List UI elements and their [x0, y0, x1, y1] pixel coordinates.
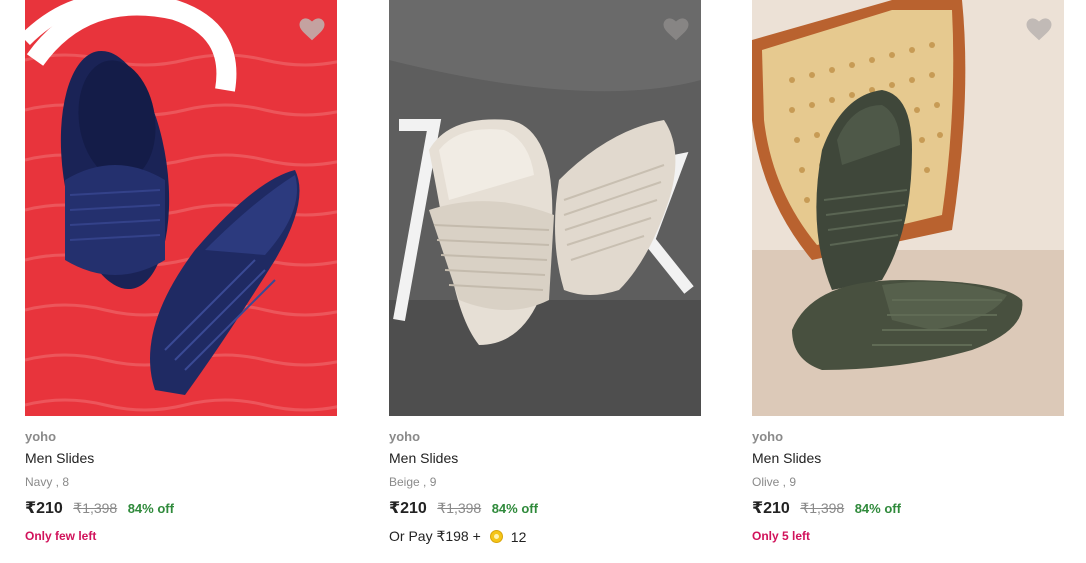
brand-name: yoho	[389, 429, 421, 444]
brand-name: yoho	[25, 429, 57, 444]
product-name: Men Slides	[25, 450, 95, 466]
coin-count: 12	[510, 528, 527, 545]
price-row: ₹210 ₹1,398 84% off	[752, 498, 901, 518]
product-variant: Navy , 8	[25, 475, 70, 489]
stock-note: Only few left	[25, 529, 97, 543]
heart-icon[interactable]	[297, 14, 327, 44]
or-pay-offer: Or Pay ₹198 + 12	[389, 528, 526, 545]
beige-slides-image	[389, 0, 701, 416]
discount-label: 84% off	[854, 501, 901, 516]
stock-note: Only 5 left	[752, 529, 811, 543]
coin-icon	[489, 530, 503, 543]
discount-label: 84% off	[127, 501, 174, 516]
product-variant: Beige , 9	[389, 475, 437, 489]
price-row: ₹210 ₹1,398 84% off	[389, 498, 538, 518]
discount-label: 84% off	[491, 501, 538, 516]
olive-slides-image	[752, 0, 1064, 416]
product-card[interactable]: yoho Men Slides Olive , 9 ₹210 ₹1,398 84…	[752, 0, 1064, 563]
original-price: ₹1,398	[73, 500, 118, 516]
original-price: ₹1,398	[800, 500, 845, 516]
or-pay-text: Or Pay ₹198 +	[389, 528, 481, 544]
sale-price: ₹210	[389, 500, 427, 517]
navy-slides-image	[25, 0, 337, 416]
product-image[interactable]	[25, 0, 337, 416]
sale-price: ₹210	[25, 500, 63, 517]
product-card[interactable]: yoho Men Slides Beige , 9 ₹210 ₹1,398 84…	[389, 0, 701, 563]
product-name: Men Slides	[752, 450, 822, 466]
sale-price: ₹210	[752, 500, 790, 517]
price-row: ₹210 ₹1,398 84% off	[25, 498, 174, 518]
product-image[interactable]	[752, 0, 1064, 416]
brand-name: yoho	[752, 429, 784, 444]
product-card[interactable]: yoho Men Slides Navy , 8 ₹210 ₹1,398 84%…	[25, 0, 337, 563]
product-variant: Olive , 9	[752, 475, 797, 489]
original-price: ₹1,398	[437, 500, 482, 516]
heart-icon[interactable]	[1024, 14, 1054, 44]
product-name: Men Slides	[389, 450, 459, 466]
product-image[interactable]	[389, 0, 701, 416]
heart-icon[interactable]	[661, 14, 691, 44]
product-grid: yoho Men Slides Navy , 8 ₹210 ₹1,398 84%…	[0, 0, 1086, 563]
